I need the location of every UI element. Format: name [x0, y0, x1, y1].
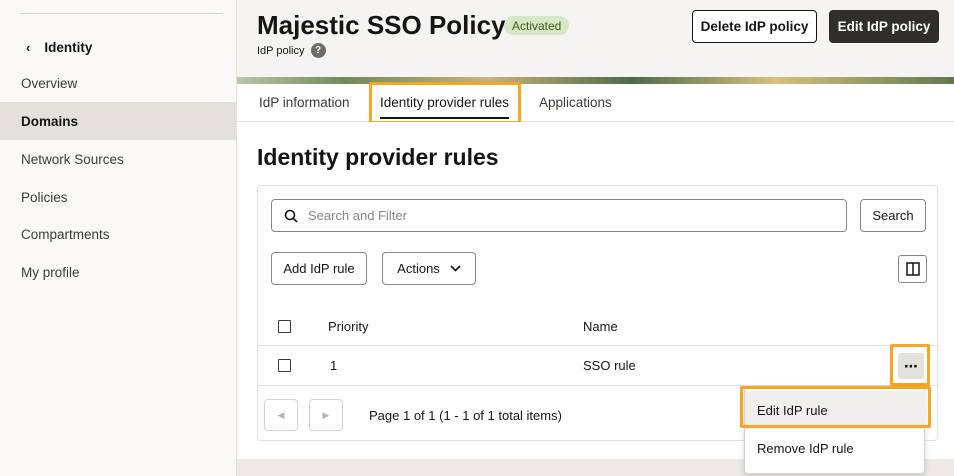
chevron-down-icon	[450, 265, 461, 272]
select-all-checkbox[interactable]	[278, 320, 291, 333]
ellipsis-icon: ⋯	[904, 357, 918, 374]
back-to-identity-link[interactable]: ‹ Identity	[26, 36, 92, 58]
sidebar-item-policies[interactable]: Policies	[0, 178, 237, 216]
sidebar: ‹ Identity Overview Domains Network Sour…	[0, 0, 237, 476]
header-banner	[237, 77, 954, 84]
chevron-left-icon: ‹	[26, 39, 31, 55]
column-toggle-button[interactable]	[898, 255, 927, 283]
sidebar-item-domains[interactable]: Domains	[0, 102, 237, 140]
pagination-text: Page 1 of 1 (1 - 1 of 1 total items)	[369, 408, 562, 423]
sidebar-divider	[20, 13, 223, 14]
select-all-cell	[278, 308, 291, 345]
edit-idp-policy-button[interactable]: Edit IdP policy	[829, 10, 939, 43]
table-row: 1 SSO rule	[258, 346, 939, 386]
row-select-cell	[278, 346, 291, 385]
sidebar-item-my-profile[interactable]: My profile	[0, 253, 237, 291]
row-actions-menu: Edit IdP rule Remove IdP rule	[744, 386, 926, 474]
triangle-right-icon: ▶	[322, 409, 330, 420]
tab-idp-information[interactable]: IdP information	[259, 84, 350, 121]
tab-applications[interactable]: Applications	[539, 84, 612, 121]
table-header: Priority Name	[258, 308, 939, 346]
sidebar-item-network-sources[interactable]: Network Sources	[0, 140, 237, 178]
triangle-left-icon: ◀	[277, 409, 285, 420]
next-page-button[interactable]: ▶	[309, 399, 343, 431]
actions-button[interactable]: Actions	[382, 252, 476, 285]
sidebar-item-overview[interactable]: Overview	[0, 64, 237, 102]
column-header-priority[interactable]: Priority	[328, 308, 368, 345]
menu-item-edit-idp-rule[interactable]: Edit IdP rule	[745, 391, 926, 429]
tab-bar: IdP information Identity provider rules …	[237, 84, 954, 122]
status-badge: Activated	[504, 16, 570, 35]
sidebar-item-compartments[interactable]: Compartments	[0, 215, 237, 253]
page-header: Majestic SSO Policy Activated IdP policy…	[237, 0, 954, 77]
cell-name: SSO rule	[583, 358, 636, 373]
subtitle-text: IdP policy	[257, 44, 305, 57]
search-input[interactable]: Search and Filter	[271, 199, 847, 232]
cell-priority: 1	[330, 358, 338, 373]
page-title: Majestic SSO Policy	[257, 10, 506, 40]
tab-identity-provider-rules[interactable]: Identity provider rules	[380, 84, 510, 121]
columns-icon	[905, 262, 920, 276]
search-button[interactable]: Search	[860, 199, 926, 232]
section-title: Identity provider rules	[257, 144, 499, 170]
back-label: Identity	[44, 39, 93, 55]
search-placeholder: Search and Filter	[308, 208, 407, 223]
page-subtitle: IdP policy ?	[257, 43, 326, 58]
previous-page-button[interactable]: ◀	[264, 399, 298, 431]
search-icon	[284, 209, 298, 223]
row-actions-button[interactable]: ⋯	[898, 353, 924, 379]
column-header-name[interactable]: Name	[583, 308, 618, 345]
delete-idp-policy-button[interactable]: Delete IdP policy	[692, 10, 817, 43]
menu-item-remove-idp-rule[interactable]: Remove IdP rule	[745, 429, 926, 467]
add-idp-rule-button[interactable]: Add IdP rule	[271, 252, 367, 285]
help-icon[interactable]: ?	[310, 43, 326, 58]
row-checkbox[interactable]	[278, 359, 291, 372]
actions-label: Actions	[397, 261, 440, 276]
